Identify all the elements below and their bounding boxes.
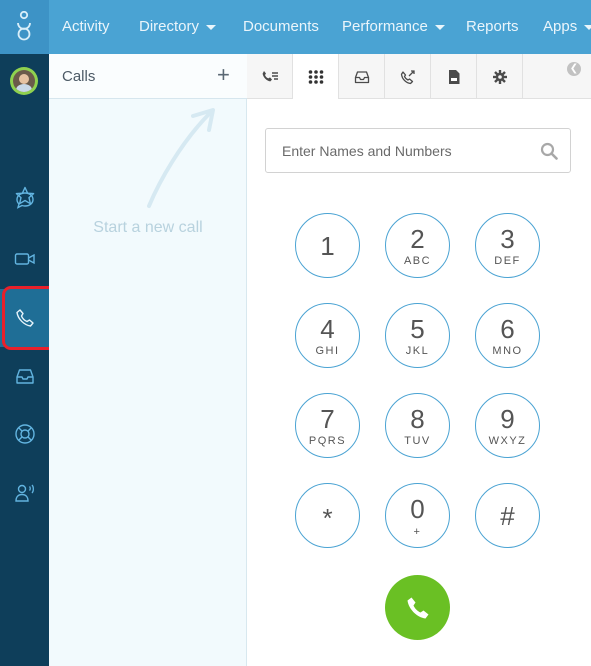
key-digit: 1 — [320, 231, 335, 261]
dial-key-7[interactable]: 7 PQRS — [295, 393, 360, 458]
key-digit: 2 — [410, 224, 425, 254]
call-log-icon — [262, 70, 278, 81]
search-box — [265, 128, 571, 173]
tab-call-log[interactable] — [247, 54, 293, 99]
new-call-button[interactable]: + — [217, 62, 230, 88]
dial-key-6[interactable]: 6 MNO — [475, 303, 540, 368]
calls-header: Calls + — [49, 54, 247, 99]
phone-icon — [407, 597, 428, 618]
settings-icon — [492, 69, 507, 84]
nav-documents[interactable]: Documents — [243, 0, 319, 54]
dial-key-1[interactable]: 1 — [295, 213, 360, 278]
key-letters: MNO — [492, 345, 523, 357]
inbox-icon — [354, 70, 369, 83]
video-icon — [14, 253, 35, 265]
key-letters: GHI — [315, 345, 340, 357]
key-letters: + — [413, 526, 422, 538]
voice-user-icon — [14, 484, 34, 502]
call-tabs-bar — [247, 54, 591, 99]
key-letters: TUV — [404, 435, 431, 447]
dial-key-4[interactable]: 4 GHI — [295, 303, 360, 368]
support-icon — [14, 424, 35, 444]
empty-state-hint: Start a new call — [93, 219, 203, 236]
dial-key-3[interactable]: 3 DEF — [475, 213, 540, 278]
key-digit: # — [500, 501, 515, 531]
chat-icon — [15, 192, 34, 209]
arrow-icon — [147, 108, 215, 208]
tab-inbox[interactable] — [339, 54, 385, 99]
top-navigation-bar: Activity Directory Documents Performance… — [0, 0, 591, 54]
key-digit: 5 — [410, 314, 425, 344]
search-icon[interactable] — [540, 142, 558, 160]
dial-key-star[interactable]: * — [295, 483, 360, 548]
dial-key-9[interactable]: 9 WXYZ — [475, 393, 540, 458]
inbox-button[interactable] — [0, 356, 49, 396]
calls-panel: Calls + Start a new call — [49, 54, 247, 666]
key-digit: 8 — [410, 404, 425, 434]
key-digit: 4 — [320, 314, 335, 344]
key-digit: 0 — [410, 494, 425, 524]
voicemail-icon — [400, 69, 415, 84]
voice-user-button[interactable] — [0, 473, 49, 513]
key-digit: 9 — [500, 404, 515, 434]
key-letters: DEF — [494, 255, 521, 267]
dial-key-5[interactable]: 5 JKL — [385, 303, 450, 368]
chevron-left-icon: ❮ — [569, 63, 579, 74]
dial-key-2[interactable]: 2 ABC — [385, 213, 450, 278]
chat-button[interactable] — [0, 180, 49, 220]
document-icon — [448, 69, 459, 84]
call-button[interactable] — [385, 575, 450, 640]
key-letters: ABC — [403, 255, 432, 267]
tab-documents[interactable] — [431, 54, 477, 99]
collapse-panel-button[interactable]: ❮ — [567, 62, 581, 76]
user-avatar[interactable] — [10, 67, 38, 95]
support-button[interactable] — [0, 414, 49, 454]
key-letters: PQRS — [308, 435, 347, 447]
dial-key-0[interactable]: 0 + — [385, 483, 450, 548]
dialpad-icon — [308, 69, 323, 84]
nav-directory[interactable]: Directory — [139, 0, 217, 54]
key-digit: 7 — [320, 404, 335, 434]
dial-key-8[interactable]: 8 TUV — [385, 393, 450, 458]
video-button[interactable] — [0, 239, 49, 279]
app-logo[interactable] — [0, 0, 49, 54]
key-letters: JKL — [405, 345, 430, 357]
key-digit: * — [322, 503, 333, 533]
chevron-down-icon — [434, 24, 445, 30]
key-letters: WXYZ — [488, 435, 527, 447]
search-input[interactable] — [266, 129, 526, 172]
chevron-down-icon — [206, 24, 217, 30]
inbox-icon — [15, 369, 34, 384]
dial-key-hash[interactable]: # — [475, 483, 540, 548]
nav-reports[interactable]: Reports — [466, 0, 519, 54]
chevron-down-icon — [584, 24, 591, 30]
tab-settings[interactable] — [477, 54, 523, 99]
nav-performance[interactable]: Performance — [342, 0, 445, 54]
key-digit: 3 — [500, 224, 515, 254]
calls-title: Calls — [62, 68, 96, 85]
logo-icon — [17, 11, 31, 41]
tab-voicemail[interactable] — [385, 54, 431, 99]
nav-activity[interactable]: Activity — [62, 0, 110, 54]
tab-dialpad[interactable] — [293, 54, 339, 99]
key-digit: 6 — [500, 314, 515, 344]
nav-apps[interactable]: Apps — [543, 0, 591, 54]
